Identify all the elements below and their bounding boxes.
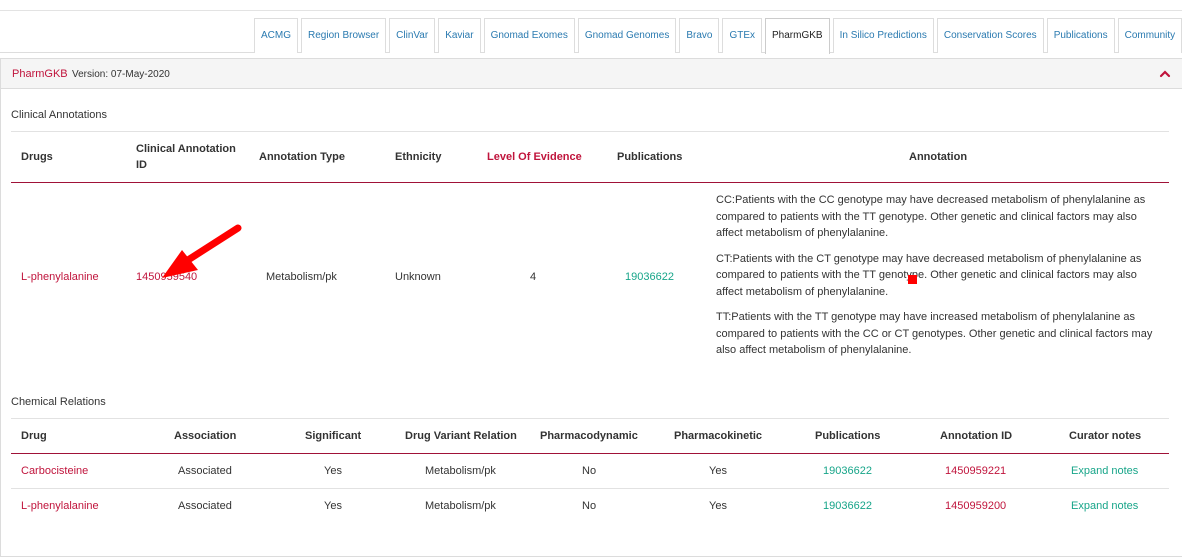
col-annotation-type: Annotation Type xyxy=(259,151,345,163)
tab-gtex[interactable]: GTEx xyxy=(722,18,763,53)
clinical-level-of-evidence: 4 xyxy=(530,271,537,283)
chem-pharmacokinetic: Yes xyxy=(709,500,727,512)
chem-publication-link[interactable]: 19036622 xyxy=(823,463,872,479)
col-drugs: Drugs xyxy=(21,151,53,163)
top-bar xyxy=(0,0,1182,11)
tabs-list: ACMG Region Browser ClinVar Kaviar Gnomad Ex… xyxy=(254,18,1182,54)
col-chem-publications: Publications xyxy=(815,430,881,442)
annotation-cc: CC:Patients with the CC genotype may hav… xyxy=(716,194,1146,239)
col-publications: Publications xyxy=(617,151,683,163)
annotation-tt: TT:Patients with the TT genotype may hav… xyxy=(716,311,1153,356)
red-arrow-icon xyxy=(162,224,242,278)
col-curator-notes: Curator notes xyxy=(1069,430,1142,442)
tab-gnomad-exomes[interactable]: Gnomad Exomes xyxy=(483,18,575,53)
col-significant: Significant xyxy=(305,430,362,442)
clinical-annotation-text: CC:Patients with the CC genotype may hav… xyxy=(716,192,1166,368)
chem-drug-link[interactable]: L-phenylalanine xyxy=(21,498,99,514)
chem-pharmacokinetic: Yes xyxy=(709,465,727,477)
chem-significant: Yes xyxy=(324,465,342,477)
clinical-header-divider xyxy=(11,182,1169,183)
chemical-relations-title: Chemical Relations xyxy=(11,396,106,408)
annotation-ct: CT:Patients with the CT genotype may hav… xyxy=(716,252,1142,298)
chemical-header-divider xyxy=(11,453,1169,454)
col-association: Association xyxy=(174,430,237,442)
clinical-drug-link[interactable]: L-phenylalanine xyxy=(21,269,99,285)
tab-in-silico-predictions[interactable]: In Silico Predictions xyxy=(832,18,934,53)
chemical-top-divider xyxy=(11,418,1169,419)
tab-bravo[interactable]: Bravo xyxy=(679,18,720,53)
red-square-marker xyxy=(908,275,917,284)
clinical-top-divider xyxy=(11,131,1169,132)
col-pharmacodynamic: Pharmacodynamic xyxy=(540,430,638,442)
expand-notes-link[interactable]: Expand notes xyxy=(1071,463,1138,479)
tab-community[interactable]: Community xyxy=(1117,18,1182,53)
chem-relation: Metabolism/pk xyxy=(425,465,496,477)
tab-clinvar[interactable]: ClinVar xyxy=(389,18,436,53)
panel-title: PharmGKB xyxy=(12,68,68,80)
chem-annotation-id-link[interactable]: 1450959200 xyxy=(945,498,1006,514)
row-divider xyxy=(11,488,1169,489)
tab-conservation-scores[interactable]: Conservation Scores xyxy=(936,18,1044,53)
panel-version: Version: 07-May-2020 xyxy=(72,69,170,80)
clinical-ethnicity: Unknown xyxy=(395,271,441,283)
panel-header[interactable]: PharmGKB Version: 07-May-2020 xyxy=(1,59,1182,89)
col-drug: Drug xyxy=(21,430,47,442)
tab-acmg[interactable]: ACMG xyxy=(254,18,298,53)
chem-pharmacodynamic: No xyxy=(582,465,597,477)
col-annotation-id: Annotation ID xyxy=(940,430,1013,442)
chem-publication-link[interactable]: 19036622 xyxy=(823,498,872,514)
chem-association: Associated xyxy=(178,500,232,512)
col-ethnicity: Ethnicity xyxy=(395,151,442,163)
chem-pharmacodynamic: No xyxy=(582,500,597,512)
tab-gnomad-genomes[interactable]: Gnomad Genomes xyxy=(577,18,677,53)
expand-notes-link[interactable]: Expand notes xyxy=(1071,498,1138,514)
tab-bar: ACMG Region Browser ClinVar Kaviar Gnomad Ex… xyxy=(0,18,1182,54)
col-clinical-annotation-id-line2: ID xyxy=(136,159,147,171)
chem-annotation-id-link[interactable]: 1450959221 xyxy=(945,463,1006,479)
chem-significant: Yes xyxy=(324,500,342,512)
chem-drug-link[interactable]: Carbocisteine xyxy=(21,463,88,479)
col-pharmacokinetic: Pharmacokinetic xyxy=(674,430,763,442)
clinical-annotation-type: Metabolism/pk xyxy=(266,271,337,283)
col-level-of-evidence[interactable]: Level Of Evidence xyxy=(487,149,582,165)
col-clinical-annotation-id-line1: Clinical Annotation xyxy=(136,143,236,155)
chevron-up-icon[interactable] xyxy=(1158,67,1172,81)
col-drug-variant-relation: Drug Variant Relation xyxy=(405,430,517,442)
tab-publications[interactable]: Publications xyxy=(1046,18,1115,53)
col-annotation: Annotation xyxy=(909,151,968,163)
clinical-annotations-title: Clinical Annotations xyxy=(11,109,108,121)
tab-kaviar[interactable]: Kaviar xyxy=(438,18,481,53)
chem-association: Associated xyxy=(178,465,232,477)
tab-region-browser[interactable]: Region Browser xyxy=(301,18,387,53)
tab-pharmgkb[interactable]: PharmGKB xyxy=(765,18,830,54)
clinical-publication-link[interactable]: 19036622 xyxy=(625,269,674,285)
chem-relation: Metabolism/pk xyxy=(425,500,496,512)
col-clinical-annotation-id: Clinical Annotation ID xyxy=(136,141,236,173)
